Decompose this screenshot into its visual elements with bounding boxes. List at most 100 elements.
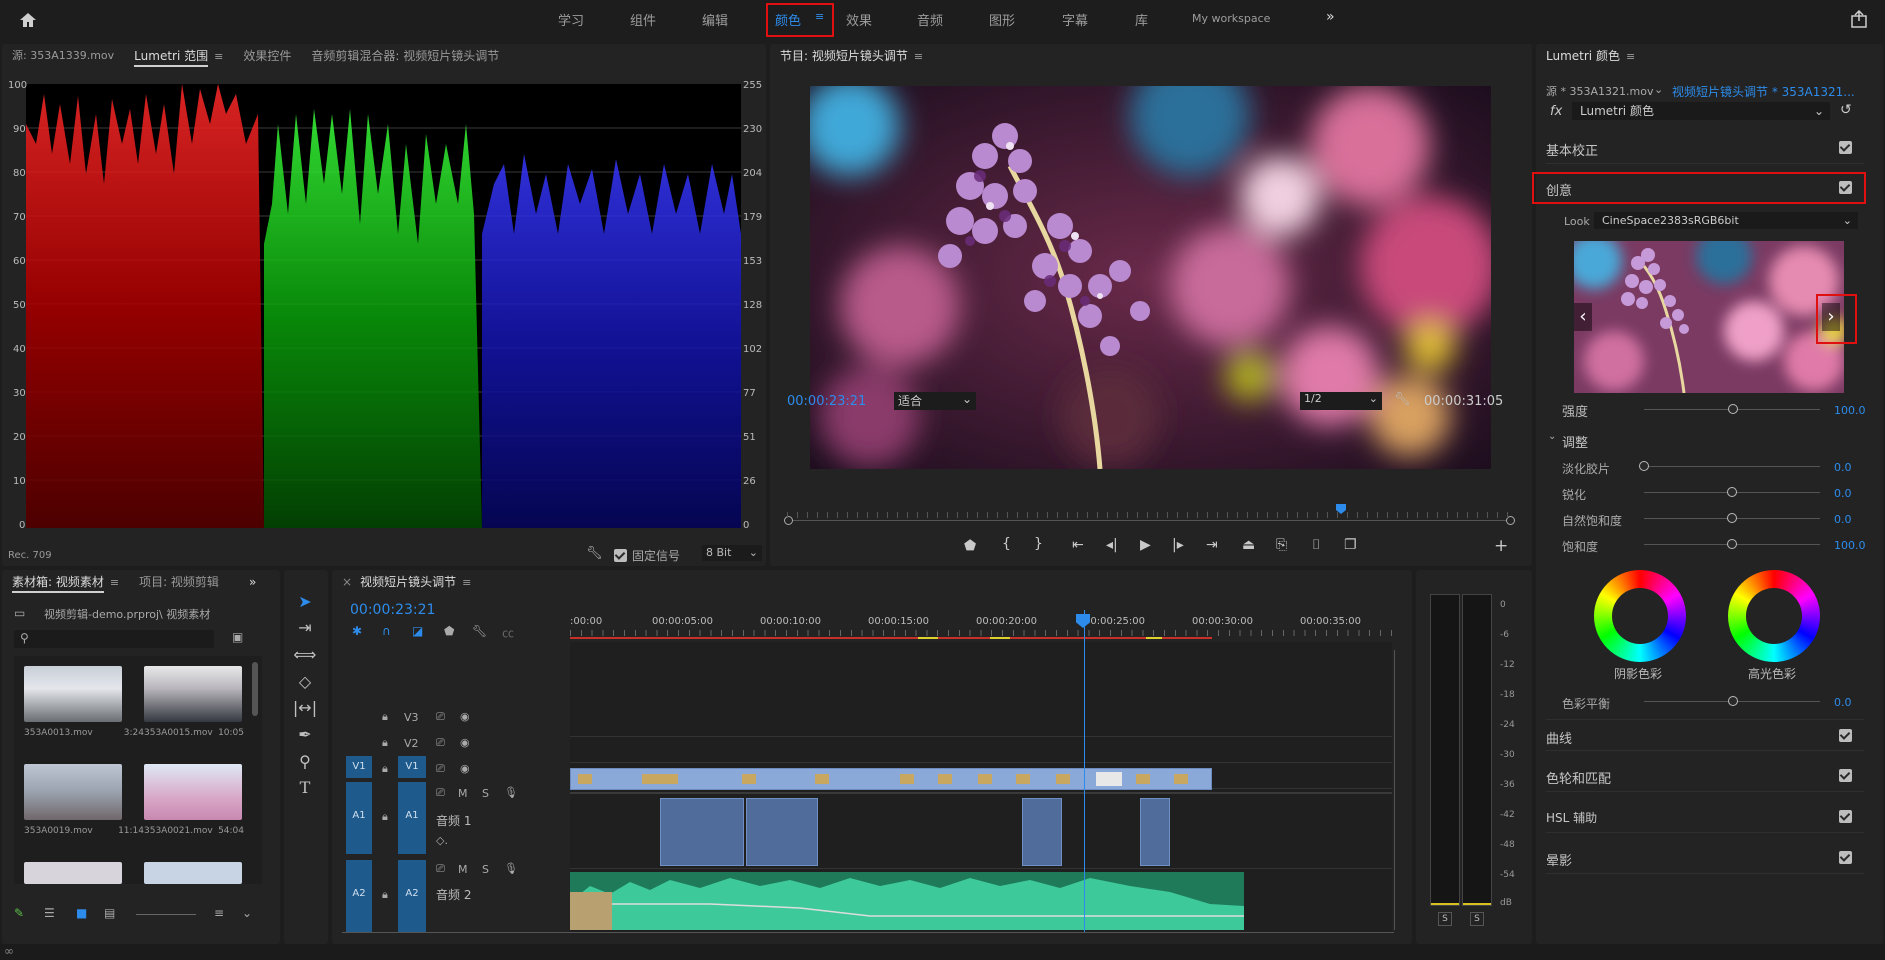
bin-scrollbar[interactable] xyxy=(252,662,258,716)
previous-look-arrow[interactable]: ‹ xyxy=(1574,303,1592,331)
home-icon[interactable] xyxy=(18,11,38,29)
pen-tool-icon[interactable]: ✒ xyxy=(290,721,320,747)
step-back-icon[interactable]: ◂| xyxy=(1106,537,1118,553)
microphone-icon[interactable]: 🎙︎ xyxy=(504,786,518,799)
razor-tool-icon[interactable]: ◇ xyxy=(290,668,320,694)
vibrance-knob[interactable] xyxy=(1727,513,1737,523)
tab-project[interactable]: 项目: 视频剪辑 xyxy=(129,570,229,594)
ws-libraries[interactable]: 库 xyxy=(1135,10,1148,29)
sync-lock-icon[interactable]: ⎚ xyxy=(436,736,445,750)
sort-icon[interactable]: ≡ xyxy=(214,906,224,920)
bin-search-input[interactable]: ⚲ xyxy=(14,630,214,648)
add-marker-icon[interactable]: ⬟ xyxy=(444,624,454,638)
section-hsl-checkbox[interactable] xyxy=(1839,810,1852,823)
a1-audio-clip[interactable] xyxy=(660,798,744,866)
eye-icon[interactable]: ◉ xyxy=(460,762,470,775)
ws-effects[interactable]: 效果 xyxy=(846,10,872,29)
sync-lock-icon[interactable]: ⎚ xyxy=(436,786,445,800)
selection-tool-icon[interactable]: ➤ xyxy=(290,588,320,614)
ws-audio[interactable]: 音频 xyxy=(917,10,943,29)
tab-bin[interactable]: 素材箱: 视频素材 ≡ xyxy=(2,570,129,594)
lock-icon[interactable]: 🔒︎ xyxy=(382,736,388,750)
button-editor-plus-icon[interactable]: + xyxy=(1494,536,1508,556)
transition-marker[interactable] xyxy=(742,774,756,784)
ws-editing[interactable]: 编辑 xyxy=(702,10,728,29)
clip-thumbnail[interactable] xyxy=(144,862,242,884)
faded-film-value[interactable]: 0.0 xyxy=(1834,461,1852,474)
chevron-down-icon[interactable]: ⌄ xyxy=(1654,83,1663,96)
program-video-frame[interactable] xyxy=(810,86,1491,469)
eye-icon[interactable]: ◉ xyxy=(460,736,470,749)
more-panels-icon[interactable]: » xyxy=(229,570,266,594)
lock-icon[interactable]: 🔒︎ xyxy=(382,762,388,776)
creative-cloud-icon[interactable]: ∞ xyxy=(4,944,14,958)
extract-icon[interactable]: ⎘ xyxy=(1276,537,1287,553)
lock-icon[interactable]: 🔒︎ xyxy=(382,710,388,724)
section-basic-correction-checkbox[interactable] xyxy=(1839,141,1852,154)
export-frame-icon[interactable]: ⌷ xyxy=(1312,537,1320,553)
panel-menu-icon[interactable]: ≡ xyxy=(214,50,223,63)
nest-icon[interactable]: ✱ xyxy=(352,624,362,638)
effect-select[interactable]: Lumetri 颜色 ⌄ xyxy=(1572,102,1830,120)
audio-transition-marker[interactable] xyxy=(570,892,612,930)
source-patch-a1[interactable]: A1 xyxy=(346,782,372,854)
fit-select[interactable]: 适合 ⌄ xyxy=(894,392,976,410)
new-search-bin-icon[interactable]: ▣ xyxy=(232,630,243,644)
eye-icon[interactable]: ◉ xyxy=(460,710,470,723)
time-ruler[interactable]: :00:00 00:00:05:00 00:00:10:00 00:00:15:… xyxy=(570,610,1394,642)
timeline-timecode[interactable]: 00:00:23:21 xyxy=(350,602,435,618)
wrench-icon[interactable]: 🔧︎ xyxy=(586,546,603,561)
slip-tool-icon[interactable]: |↔| xyxy=(290,694,320,720)
source-patch-a2[interactable]: A2 xyxy=(346,860,372,932)
solo-right-button[interactable]: S xyxy=(1470,912,1484,926)
pencil-icon[interactable]: ✎ xyxy=(14,906,24,920)
track-name-v1[interactable]: V1 xyxy=(398,756,426,778)
selected-transition[interactable] xyxy=(1096,772,1122,786)
ws-learn[interactable]: 学习 xyxy=(558,10,584,29)
tint-balance-value[interactable]: 0.0 xyxy=(1834,696,1852,709)
panel-menu-icon[interactable]: ≡ xyxy=(462,576,471,589)
transition-marker[interactable] xyxy=(1016,774,1030,784)
ripple-edit-tool-icon[interactable]: ⟺ xyxy=(290,641,320,667)
type-tool-icon[interactable]: T xyxy=(290,774,320,800)
icon-view-icon[interactable]: ■ xyxy=(76,906,87,920)
vibrance-value[interactable]: 0.0 xyxy=(1834,513,1852,526)
section-color-wheels[interactable]: 色轮和匹配 xyxy=(1546,760,1864,792)
section-curves[interactable]: 曲线 xyxy=(1546,719,1864,751)
adjustments-label[interactable]: 调整 xyxy=(1562,432,1588,451)
resolution-select[interactable]: 1/2 ⌄ xyxy=(1300,392,1382,410)
transition-marker[interactable] xyxy=(642,774,678,784)
ws-my-workspace[interactable]: My workspace xyxy=(1192,12,1270,25)
add-marker-icon[interactable]: ⬟ xyxy=(964,538,976,554)
microphone-icon[interactable]: 🎙︎ xyxy=(504,862,518,875)
mark-out-icon[interactable]: } xyxy=(1034,536,1043,552)
lift-icon[interactable]: ⏏ xyxy=(1242,537,1255,553)
tab-lumetri-color[interactable]: Lumetri 颜色 ≡ xyxy=(1536,44,1645,68)
lock-icon[interactable]: 🔒︎ xyxy=(382,810,388,824)
shadow-tint-wheel[interactable] xyxy=(1594,570,1686,662)
transition-marker[interactable] xyxy=(578,774,592,784)
section-hsl-secondary[interactable]: HSL 辅助 xyxy=(1546,801,1864,833)
a1-audio-clip[interactable] xyxy=(1022,798,1062,866)
tint-balance-knob[interactable] xyxy=(1728,696,1738,706)
highlight-tint-wheel[interactable] xyxy=(1728,570,1820,662)
a2-audio-clip[interactable] xyxy=(570,872,1244,930)
track-select-tool-icon[interactable]: ⇥ xyxy=(290,614,320,640)
transition-marker[interactable] xyxy=(938,774,952,784)
panel-menu-icon[interactable]: ≡ xyxy=(914,50,923,63)
tab-sequence[interactable]: 视频短片镜头调节 ≡ xyxy=(352,570,481,594)
timeline-horizontal-scrollbar[interactable] xyxy=(342,932,1394,933)
reset-icon[interactable]: ↺ xyxy=(1840,102,1852,118)
lumetri-sequence-clip[interactable]: 视频短片镜头调节 * 353A1321... xyxy=(1672,83,1855,100)
look-select[interactable]: CineSpace2383sRGB6bit ⌄ xyxy=(1594,212,1858,229)
program-current-timecode[interactable]: 00:00:23:21 xyxy=(787,394,866,409)
clip-thumbnail[interactable] xyxy=(144,666,242,722)
play-icon[interactable]: ▶ xyxy=(1140,537,1151,553)
linked-selection-icon[interactable]: ◪ xyxy=(412,624,423,638)
go-to-in-icon[interactable]: ⇤ xyxy=(1072,537,1084,553)
tab-effect-controls[interactable]: 效果控件 xyxy=(233,44,301,68)
ws-graphics[interactable]: 图形 xyxy=(989,10,1015,29)
track-area[interactable] xyxy=(570,610,1392,932)
tab-audio-mixer[interactable]: 音频剪辑混合器: 视频短片镜头调节 xyxy=(301,44,509,68)
freeform-view-icon[interactable]: ▤ xyxy=(104,906,115,920)
